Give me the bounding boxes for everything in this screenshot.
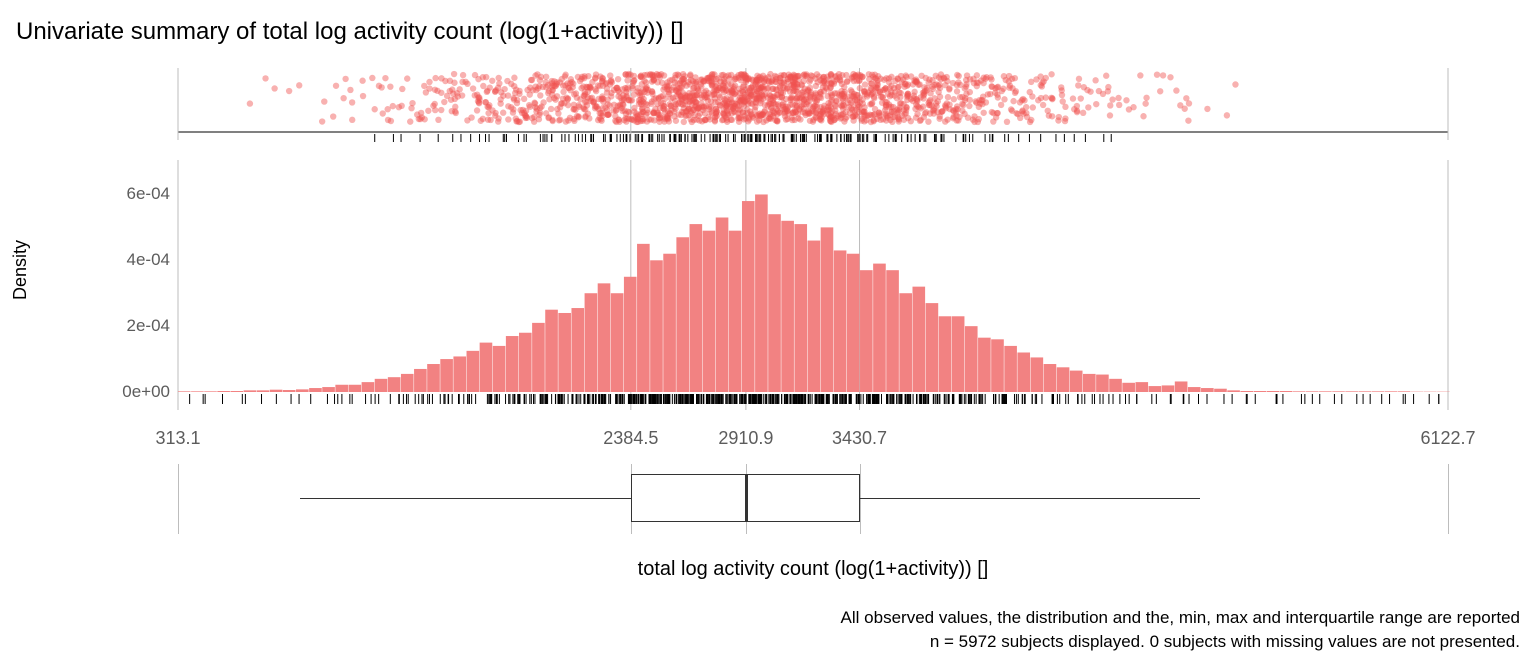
y-tick-label: 2e-04 <box>100 316 170 336</box>
x-tick-label: 3430.7 <box>832 428 887 449</box>
y-tick-label: 4e-04 <box>100 250 170 270</box>
y-tick-label: 0e+00 <box>100 382 170 402</box>
caption-line-1: All observed values, the distribution an… <box>841 608 1520 628</box>
caption-line-2: n = 5972 subjects displayed. 0 subjects … <box>930 632 1520 652</box>
x-tick-label: 2384.5 <box>603 428 658 449</box>
figure-root: { "title": "Univariate summary of total … <box>0 0 1536 672</box>
x-tick-label: 313.1 <box>155 428 200 449</box>
x-tick-label: 6122.7 <box>1420 428 1475 449</box>
x-axis-label: total log activity count (log(1+activity… <box>638 558 989 581</box>
jitter-plot <box>178 68 1448 150</box>
page-title: Univariate summary of total log activity… <box>16 18 684 46</box>
y-tick-label: 6e-04 <box>100 184 170 204</box>
density-histogram <box>178 160 1448 425</box>
x-tick-label: 2910.9 <box>718 428 773 449</box>
y-axis-label: Density <box>10 240 31 300</box>
